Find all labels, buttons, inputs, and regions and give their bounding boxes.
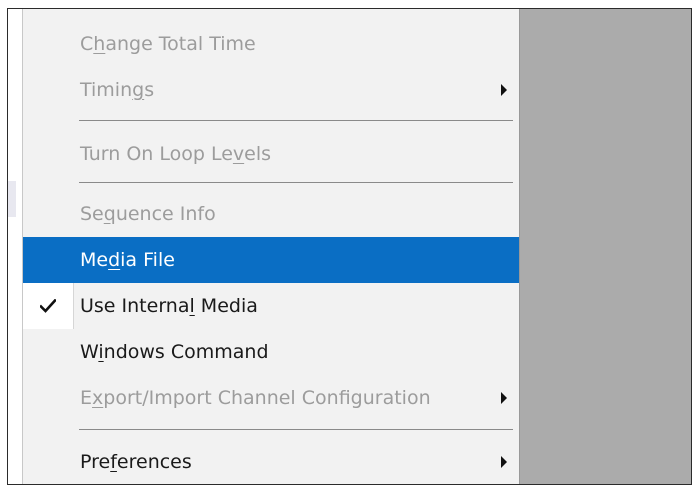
menu-item-label: Sequence Info [80, 203, 216, 225]
menu-item-label: Export/Import Channel Configuration [80, 387, 431, 409]
menu-item-sequence-info[interactable]: Sequence Info [23, 191, 519, 237]
menu-item-export-import-channel-configuration[interactable]: Export/Import Channel Configuration [23, 375, 519, 421]
app-workspace [518, 9, 691, 484]
menu-item-timings[interactable]: Timings [23, 67, 519, 113]
menu-item-windows-command[interactable]: Windows Command [23, 329, 519, 375]
menu-separator [79, 182, 513, 183]
submenu-arrow-icon [501, 392, 507, 404]
menu-item-label: Change Total Time [80, 33, 256, 55]
check-icon [23, 283, 74, 329]
menu-separator [79, 120, 513, 121]
app-left-strip [8, 181, 16, 217]
menu-item-label: Media File [80, 249, 175, 271]
menu-item-label: Turn On Loop Levels [80, 143, 272, 165]
menu-item-change-total-time[interactable]: Change Total Time [23, 21, 519, 67]
window-frame: Change Total Time Timings Turn On Loop L… [7, 8, 692, 485]
menu-separator [79, 429, 513, 430]
context-menu: Change Total Time Timings Turn On Loop L… [22, 9, 520, 484]
menu-item-media-file[interactable]: Media File [23, 237, 519, 283]
menu-item-label: Windows Command [80, 341, 269, 363]
menu-item-turn-on-loop-levels[interactable]: Turn On Loop Levels [23, 131, 519, 177]
menu-item-use-internal-media[interactable]: Use Internal Media [23, 283, 519, 329]
menu-item-label: Timings [80, 79, 155, 101]
menu-item-preferences[interactable]: Preferences [23, 439, 519, 484]
menu-item-label: Preferences [80, 451, 192, 473]
menu-item-label: Use Internal Media [80, 295, 258, 317]
submenu-arrow-icon [501, 84, 507, 96]
submenu-arrow-icon [501, 456, 507, 468]
